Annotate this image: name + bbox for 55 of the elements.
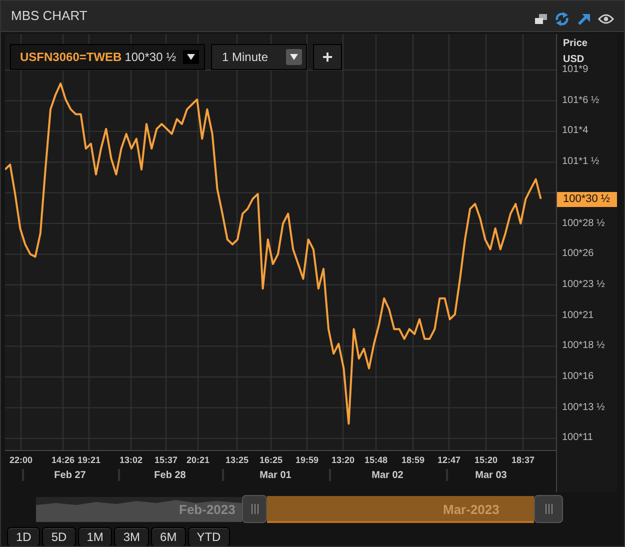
date-label: Mar 02 bbox=[372, 469, 404, 483]
current-price-label: 100*30 ½ bbox=[557, 192, 617, 207]
axis-unit: USD bbox=[563, 53, 584, 65]
range-handle[interactable] bbox=[534, 495, 563, 523]
add-button[interactable]: + bbox=[313, 44, 342, 70]
axis-tick-label: 100*23 ½ bbox=[562, 280, 605, 290]
period-label: Feb-2023 bbox=[179, 501, 236, 519]
window-title: MBS CHART bbox=[11, 7, 88, 26]
date-label: Feb 27 bbox=[54, 469, 86, 483]
time-label: 12:47 bbox=[437, 454, 461, 467]
interval-dropdown[interactable]: 1 Minute bbox=[211, 44, 307, 70]
range-button[interactable]: 5D bbox=[42, 527, 76, 546]
range-button[interactable]: 3M bbox=[114, 527, 150, 546]
time-label: 19:59 bbox=[295, 454, 319, 467]
axis-tick-label: 100*13 ½ bbox=[562, 402, 605, 413]
axis-tick-label: 101*9 bbox=[562, 65, 588, 75]
date-label: Mar 01 bbox=[260, 469, 292, 483]
time-label: 15:20 bbox=[474, 454, 498, 467]
time-label: 20:21 bbox=[186, 454, 210, 467]
axis-tick-label: 100*11 bbox=[562, 433, 593, 444]
axis-tick-label: 101*1 ½ bbox=[562, 157, 600, 168]
range-handle[interactable] bbox=[242, 495, 267, 523]
time-label: 15:37 bbox=[154, 454, 178, 467]
time-label: 18:59 bbox=[401, 454, 425, 467]
instrument-dropdown[interactable]: USFN3060=TWEB 100*30 ½ bbox=[10, 44, 205, 70]
arrow-icon[interactable] bbox=[577, 12, 591, 26]
range-button[interactable]: YTD bbox=[188, 527, 230, 546]
date-label: Mar 03 bbox=[475, 469, 507, 483]
time-label: 22:00 bbox=[9, 454, 33, 467]
time-label: 14:26 bbox=[51, 454, 75, 467]
axis-tick-label: 101*6 ½ bbox=[562, 96, 600, 106]
date-label: Feb 28 bbox=[154, 469, 186, 483]
axis-title: Price bbox=[563, 37, 588, 51]
axis-tick-label: 100*16 bbox=[562, 372, 594, 382]
time-label: 19:21 bbox=[77, 454, 101, 467]
grip-icon bbox=[250, 504, 258, 514]
axis-tick-label: 100*18 ½ bbox=[562, 341, 605, 352]
range-button[interactable]: 6M bbox=[151, 527, 186, 546]
eye-icon[interactable] bbox=[598, 14, 614, 24]
time-label: 13:20 bbox=[331, 454, 355, 467]
windows-icon[interactable] bbox=[535, 14, 547, 24]
axis-tick-label: 100*28 ½ bbox=[562, 218, 605, 228]
axis-tick-label: 100*26 bbox=[562, 249, 594, 260]
time-label: 13:02 bbox=[119, 454, 143, 467]
range-button[interactable]: 1M bbox=[78, 527, 112, 546]
range-button[interactable]: 1D bbox=[7, 527, 40, 546]
time-label: 15:48 bbox=[364, 454, 388, 467]
axis-tick-label: 101*4 bbox=[562, 126, 588, 136]
grip-icon bbox=[544, 504, 552, 514]
time-label: 16:25 bbox=[259, 454, 283, 467]
refresh-icon[interactable] bbox=[554, 11, 570, 27]
time-label: 13:25 bbox=[225, 454, 249, 467]
axis-tick-label: 100*21 bbox=[562, 310, 594, 321]
time-label: 18:37 bbox=[511, 454, 535, 467]
period-label: Mar-2023 bbox=[443, 501, 500, 519]
